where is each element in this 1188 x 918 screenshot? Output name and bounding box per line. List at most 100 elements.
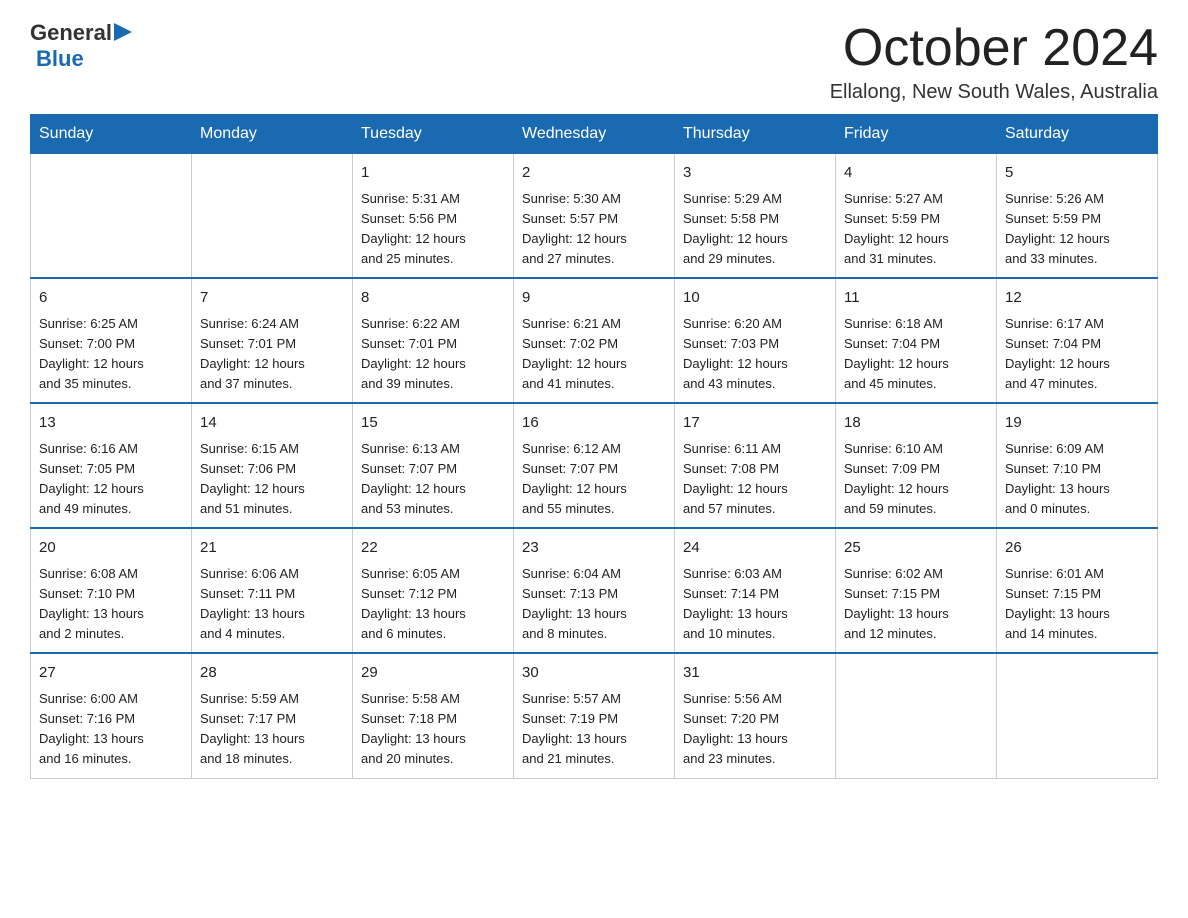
day-info: Sunrise: 6:09 AM Sunset: 7:10 PM Dayligh… [1005,439,1149,520]
day-number: 23 [522,537,666,560]
calendar-cell: 6 Sunrise: 6:25 AM Sunset: 7:00 PM Daylig… [31,278,192,403]
day-info: Sunrise: 5:30 AM Sunset: 5:57 PM Dayligh… [522,189,666,270]
calendar-header-row: SundayMondayTuesdayWednesdayThursdayFrid… [31,115,1158,154]
page-header: General Blue October 2024 Ellalong, New … [30,20,1158,104]
calendar-week-row: 20 Sunrise: 6:08 AM Sunset: 7:10 PM Dayli… [31,528,1158,653]
calendar-week-row: 13 Sunrise: 6:16 AM Sunset: 7:05 PM Dayli… [31,403,1158,528]
calendar-week-row: 6 Sunrise: 6:25 AM Sunset: 7:00 PM Daylig… [31,278,1158,403]
day-number: 5 [1005,162,1149,185]
month-title: October 2024 [830,20,1158,77]
day-info: Sunrise: 6:00 AM Sunset: 7:16 PM Dayligh… [39,689,183,770]
day-info: Sunrise: 5:58 AM Sunset: 7:18 PM Dayligh… [361,689,505,770]
calendar-cell: 11 Sunrise: 6:18 AM Sunset: 7:04 PM Dayli… [836,278,997,403]
day-info: Sunrise: 6:12 AM Sunset: 7:07 PM Dayligh… [522,439,666,520]
day-number: 29 [361,662,505,685]
calendar-cell: 5Sunrise: 5:26 AM Sunset: 5:59 PM Daylig… [997,154,1158,279]
day-info: Sunrise: 5:59 AM Sunset: 7:17 PM Dayligh… [200,689,344,770]
day-number: 13 [39,412,183,435]
day-number: 1 [361,162,505,185]
day-number: 15 [361,412,505,435]
day-number: 6 [39,287,183,310]
day-number: 8 [361,287,505,310]
logo-arrow-icon [114,23,132,41]
day-info: Sunrise: 6:25 AM Sunset: 7:00 PM Dayligh… [39,314,183,395]
title-section: October 2024 Ellalong, New South Wales, … [830,20,1158,104]
day-number: 27 [39,662,183,685]
calendar-cell: 25 Sunrise: 6:02 AM Sunset: 7:15 PM Dayli… [836,528,997,653]
logo-blue-text: Blue [36,46,84,72]
day-info: Sunrise: 6:18 AM Sunset: 7:04 PM Dayligh… [844,314,988,395]
day-info: Sunrise: 6:11 AM Sunset: 7:08 PM Dayligh… [683,439,827,520]
day-info: Sunrise: 5:56 AM Sunset: 7:20 PM Dayligh… [683,689,827,770]
day-info: Sunrise: 6:04 AM Sunset: 7:13 PM Dayligh… [522,564,666,645]
location-title: Ellalong, New South Wales, Australia [830,81,1158,104]
day-number: 10 [683,287,827,310]
day-info: Sunrise: 5:29 AM Sunset: 5:58 PM Dayligh… [683,189,827,270]
day-info: Sunrise: 6:15 AM Sunset: 7:06 PM Dayligh… [200,439,344,520]
calendar-cell: 17 Sunrise: 6:11 AM Sunset: 7:08 PM Dayli… [675,403,836,528]
calendar-cell: 30 Sunrise: 5:57 AM Sunset: 7:19 PM Dayli… [514,653,675,778]
calendar-cell: 7 Sunrise: 6:24 AM Sunset: 7:01 PM Daylig… [192,278,353,403]
calendar-cell: 26 Sunrise: 6:01 AM Sunset: 7:15 PM Dayli… [997,528,1158,653]
day-number: 21 [200,537,344,560]
calendar-cell: 12 Sunrise: 6:17 AM Sunset: 7:04 PM Dayli… [997,278,1158,403]
day-info: Sunrise: 6:03 AM Sunset: 7:14 PM Dayligh… [683,564,827,645]
day-number: 18 [844,412,988,435]
day-info: Sunrise: 6:01 AM Sunset: 7:15 PM Dayligh… [1005,564,1149,645]
day-number: 11 [844,287,988,310]
calendar-cell [192,154,353,279]
day-number: 16 [522,412,666,435]
calendar-cell: 18 Sunrise: 6:10 AM Sunset: 7:09 PM Dayli… [836,403,997,528]
day-number: 12 [1005,287,1149,310]
day-number: 17 [683,412,827,435]
calendar-cell: 3 Sunrise: 5:29 AM Sunset: 5:58 PM Daylig… [675,154,836,279]
day-info: Sunrise: 6:02 AM Sunset: 7:15 PM Dayligh… [844,564,988,645]
calendar-header-thursday: Thursday [675,115,836,154]
day-number: 25 [844,537,988,560]
day-number: 30 [522,662,666,685]
calendar-cell: 22Sunrise: 6:05 AM Sunset: 7:12 PM Dayli… [353,528,514,653]
calendar-cell: 15 Sunrise: 6:13 AM Sunset: 7:07 PM Dayli… [353,403,514,528]
calendar-cell: 4Sunrise: 5:27 AM Sunset: 5:59 PM Daylig… [836,154,997,279]
calendar-cell: 27 Sunrise: 6:00 AM Sunset: 7:16 PM Dayli… [31,653,192,778]
calendar-cell: 19Sunrise: 6:09 AM Sunset: 7:10 PM Dayli… [997,403,1158,528]
calendar-cell [997,653,1158,778]
day-number: 7 [200,287,344,310]
calendar-cell: 10 Sunrise: 6:20 AM Sunset: 7:03 PM Dayli… [675,278,836,403]
day-number: 4 [844,162,988,185]
day-info: Sunrise: 6:24 AM Sunset: 7:01 PM Dayligh… [200,314,344,395]
day-number: 31 [683,662,827,685]
day-info: Sunrise: 6:21 AM Sunset: 7:02 PM Dayligh… [522,314,666,395]
calendar-header-monday: Monday [192,115,353,154]
day-info: Sunrise: 6:20 AM Sunset: 7:03 PM Dayligh… [683,314,827,395]
day-number: 26 [1005,537,1149,560]
day-number: 9 [522,287,666,310]
day-info: Sunrise: 6:22 AM Sunset: 7:01 PM Dayligh… [361,314,505,395]
calendar-cell: 9 Sunrise: 6:21 AM Sunset: 7:02 PM Daylig… [514,278,675,403]
calendar-cell: 16 Sunrise: 6:12 AM Sunset: 7:07 PM Dayli… [514,403,675,528]
day-number: 3 [683,162,827,185]
day-info: Sunrise: 6:08 AM Sunset: 7:10 PM Dayligh… [39,564,183,645]
calendar-header-friday: Friday [836,115,997,154]
day-number: 20 [39,537,183,560]
day-info: Sunrise: 6:17 AM Sunset: 7:04 PM Dayligh… [1005,314,1149,395]
day-info: Sunrise: 6:10 AM Sunset: 7:09 PM Dayligh… [844,439,988,520]
calendar-cell: 8 Sunrise: 6:22 AM Sunset: 7:01 PM Daylig… [353,278,514,403]
calendar-cell: 20 Sunrise: 6:08 AM Sunset: 7:10 PM Dayli… [31,528,192,653]
calendar-week-row: 27 Sunrise: 6:00 AM Sunset: 7:16 PM Dayli… [31,653,1158,778]
day-number: 24 [683,537,827,560]
calendar-header-sunday: Sunday [31,115,192,154]
day-info: Sunrise: 6:13 AM Sunset: 7:07 PM Dayligh… [361,439,505,520]
calendar-week-row: 1 Sunrise: 5:31 AM Sunset: 5:56 PM Daylig… [31,154,1158,279]
calendar-table: SundayMondayTuesdayWednesdayThursdayFrid… [30,114,1158,778]
day-info: Sunrise: 5:57 AM Sunset: 7:19 PM Dayligh… [522,689,666,770]
day-info: Sunrise: 6:16 AM Sunset: 7:05 PM Dayligh… [39,439,183,520]
calendar-cell: 23 Sunrise: 6:04 AM Sunset: 7:13 PM Dayli… [514,528,675,653]
day-info: Sunrise: 5:31 AM Sunset: 5:56 PM Dayligh… [361,189,505,270]
calendar-cell: 2 Sunrise: 5:30 AM Sunset: 5:57 PM Daylig… [514,154,675,279]
calendar-cell: 29 Sunrise: 5:58 AM Sunset: 7:18 PM Dayli… [353,653,514,778]
day-number: 2 [522,162,666,185]
calendar-header-tuesday: Tuesday [353,115,514,154]
day-number: 14 [200,412,344,435]
calendar-cell [31,154,192,279]
